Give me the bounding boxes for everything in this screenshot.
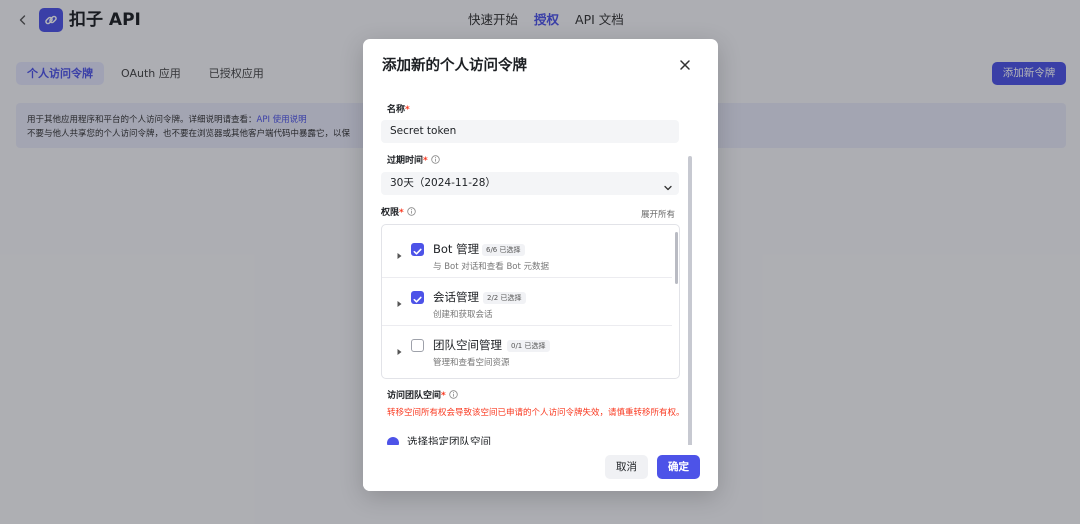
- expiry-label: 过期时间*: [387, 155, 440, 167]
- permission-count-badge: 2/2 已选择: [483, 292, 526, 304]
- expiry-select-value: 30天（2024-11-28）: [390, 177, 496, 189]
- permission-name: 会话管理: [433, 290, 479, 304]
- permission-item: 会话管理 2/2 已选择 创建和获取会话: [382, 278, 672, 326]
- permission-count-badge: 0/1 已选择: [507, 340, 550, 352]
- name-field[interactable]: Secret token: [381, 120, 679, 143]
- permission-desc: 创建和获取会话: [433, 310, 493, 320]
- permissions-label: 权限*: [381, 207, 416, 219]
- permission-item: 团队空间管理 0/1 已选择 管理和查看空间资源: [382, 326, 672, 374]
- add-token-modal: 添加新的个人访问令牌 名称* Secret token 过期时间* 30天（20…: [363, 39, 718, 491]
- info-icon[interactable]: [431, 155, 440, 164]
- space-label: 访问团队空间*: [387, 390, 458, 402]
- permission-checkbox[interactable]: [411, 339, 424, 352]
- confirm-button[interactable]: 确定: [657, 455, 700, 479]
- expiry-select[interactable]: 30天（2024-11-28）: [381, 172, 679, 195]
- permission-name: 团队空间管理: [433, 338, 502, 352]
- permission-item: Bot 管理 6/6 已选择 与 Bot 对话和查看 Bot 元数据: [382, 230, 672, 278]
- permission-checkbox[interactable]: [411, 291, 424, 304]
- permission-count-badge: 6/6 已选择: [482, 244, 525, 256]
- chevron-down-icon: [663, 179, 673, 191]
- permissions-scrollbar[interactable]: [675, 232, 678, 284]
- permission-desc: 管理和查看空间资源: [433, 358, 510, 368]
- modal-scrollbar[interactable]: [688, 156, 692, 456]
- cancel-button[interactable]: 取消: [605, 455, 648, 479]
- permission-name: Bot 管理: [433, 242, 480, 256]
- close-icon[interactable]: [677, 57, 693, 73]
- caret-right-icon[interactable]: [396, 245, 403, 259]
- modal-title: 添加新的个人访问令牌: [382, 58, 527, 74]
- expand-all-link[interactable]: 展开所有: [641, 209, 675, 221]
- caret-right-icon[interactable]: [396, 293, 403, 307]
- permissions-list: Bot 管理 6/6 已选择 与 Bot 对话和查看 Bot 元数据 会话管理 …: [381, 224, 680, 379]
- name-label: 名称*: [387, 105, 410, 115]
- caret-right-icon[interactable]: [396, 341, 403, 355]
- space-warning: 转移空间所有权会导致该空间已申请的个人访问令牌失效，请慎重转移所有权。: [387, 408, 685, 418]
- modal-footer: 取消 确定: [363, 445, 718, 491]
- info-icon[interactable]: [407, 207, 416, 216]
- permission-desc: 与 Bot 对话和查看 Bot 元数据: [433, 262, 550, 272]
- modal-body: 名称* Secret token 过期时间* 30天（2024-11-28） 权…: [363, 99, 718, 487]
- permission-checkbox[interactable]: [411, 243, 424, 256]
- info-icon[interactable]: [449, 390, 458, 399]
